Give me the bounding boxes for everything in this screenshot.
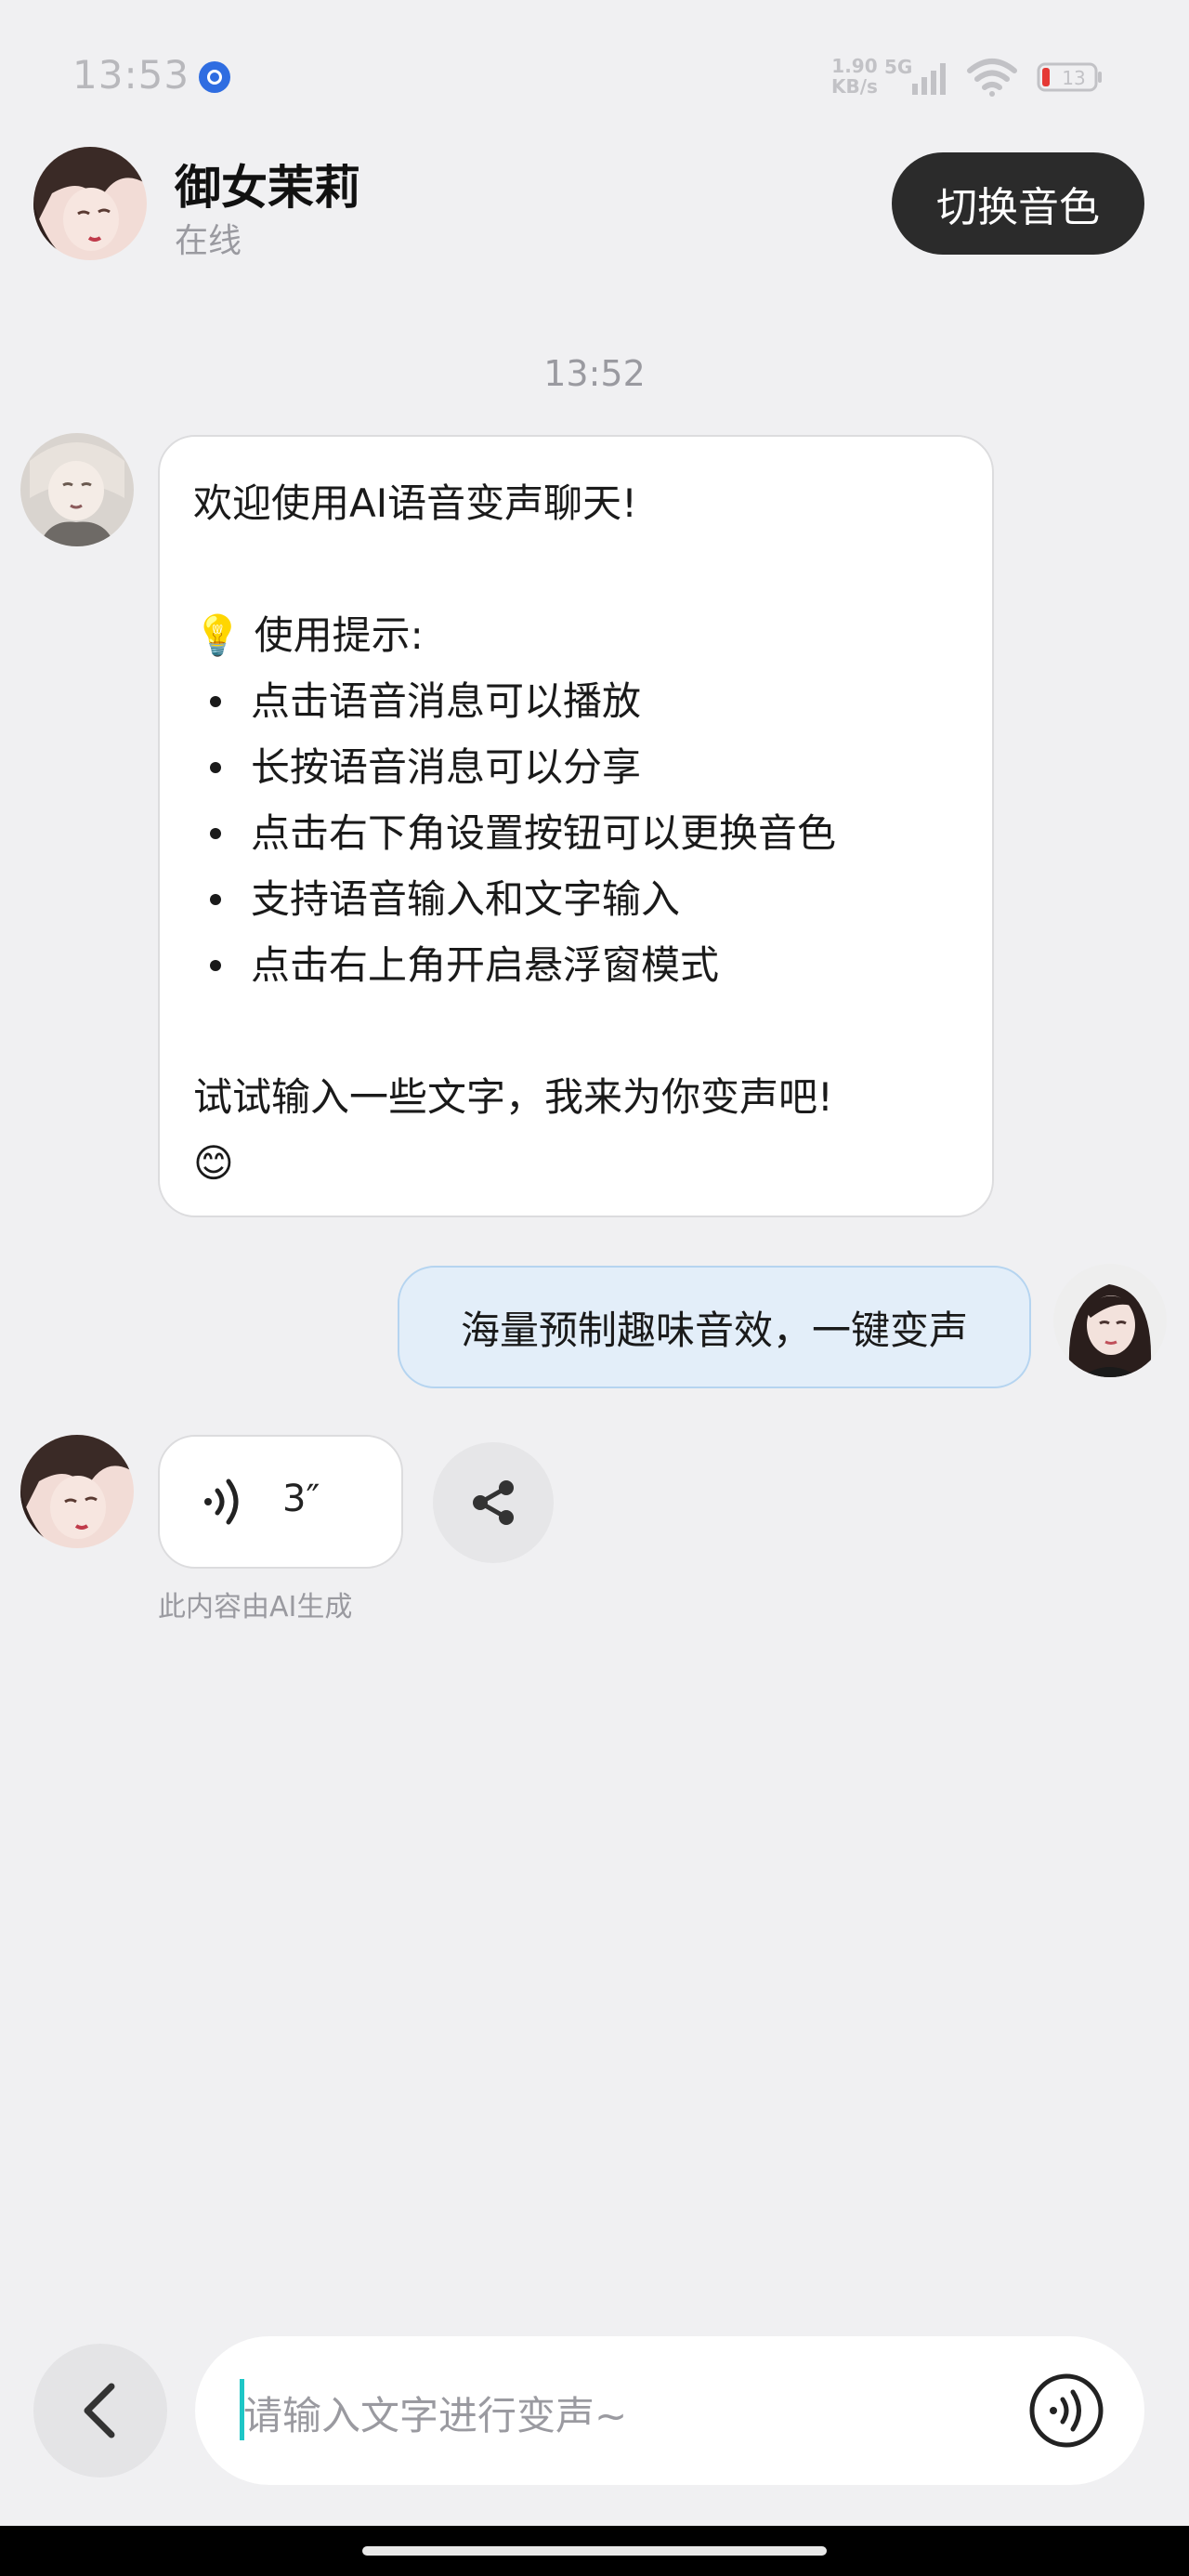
chat-header: 御女茉莉 在线 切换音色 [0,139,1189,269]
battery-level: 13 [1062,67,1085,89]
tip-item: 点击语音消息可以播放 [193,668,959,734]
network-type: 5G [884,56,913,78]
text-input-field[interactable]: 请输入文字进行变声~ [195,2336,1144,2485]
network-speed-unit: KB/s [831,75,878,98]
back-button[interactable] [33,2344,167,2477]
status-time: 13:53 [72,52,190,98]
battery-icon: 13 [1037,61,1104,93]
switch-voice-button[interactable]: 切换音色 [892,152,1144,255]
contact-avatar[interactable] [33,147,147,260]
wifi-icon [967,59,1017,97]
ai-generated-note: 此内容由AI生成 [158,1591,353,1623]
bot-avatar[interactable] [20,433,134,546]
tips-list: 点击语音消息可以播放 长按语音消息可以分享 点击右下角设置按钮可以更换音色 支持… [193,668,959,998]
share-icon [473,1480,514,1525]
chevron-left-icon [84,2383,115,2438]
voice-duration: 3″ [282,1478,320,1520]
voice-message-bubble[interactable]: 3″ [158,1435,403,1569]
welcome-message-bubble[interactable]: 欢迎使用AI语音变声聊天! 💡 使用提示: 点击语音消息可以播放 长按语音消息可… [158,435,994,1217]
tip-item: 支持语音输入和文字输入 [193,866,959,932]
welcome-greeting: 欢迎使用AI语音变声聊天! [193,480,637,526]
share-button[interactable] [433,1442,554,1563]
system-nav-bar [0,2526,1189,2576]
app-notification-icon [199,61,230,93]
contact-name: 御女茉莉 [175,161,360,215]
tip-item: 点击右上角开启悬浮窗模式 [193,932,959,998]
contact-status: 在线 [175,222,242,260]
network-speed-value: 1.90 [831,55,878,77]
bot-avatar[interactable] [20,1435,134,1548]
tips-title: 💡 使用提示: [193,612,424,658]
tip-item: 长按语音消息可以分享 [193,734,959,800]
user-avatar[interactable] [1053,1264,1167,1377]
input-placeholder: 请输入文字进行变声~ [243,2393,628,2438]
message-timestamp: 13:52 [543,353,646,394]
network-speed: 1.90 KB/s [831,56,878,97]
tip-item: 点击右下角设置按钮可以更换音色 [193,800,959,866]
welcome-closing: 试试输入一些文字，我来为你变声吧! [193,1074,833,1120]
user-message-bubble[interactable]: 海量预制趣味音效，一键变声 [398,1266,1031,1388]
voice-wave-icon [204,1479,239,1525]
smile-emoji: 😊 [193,1140,234,1186]
signal-icon [912,63,946,95]
voice-input-button[interactable] [1027,2372,1105,2450]
home-indicator[interactable] [362,2546,827,2556]
status-bar: 13:53 1.90 KB/s 5G 13 [0,0,1189,158]
